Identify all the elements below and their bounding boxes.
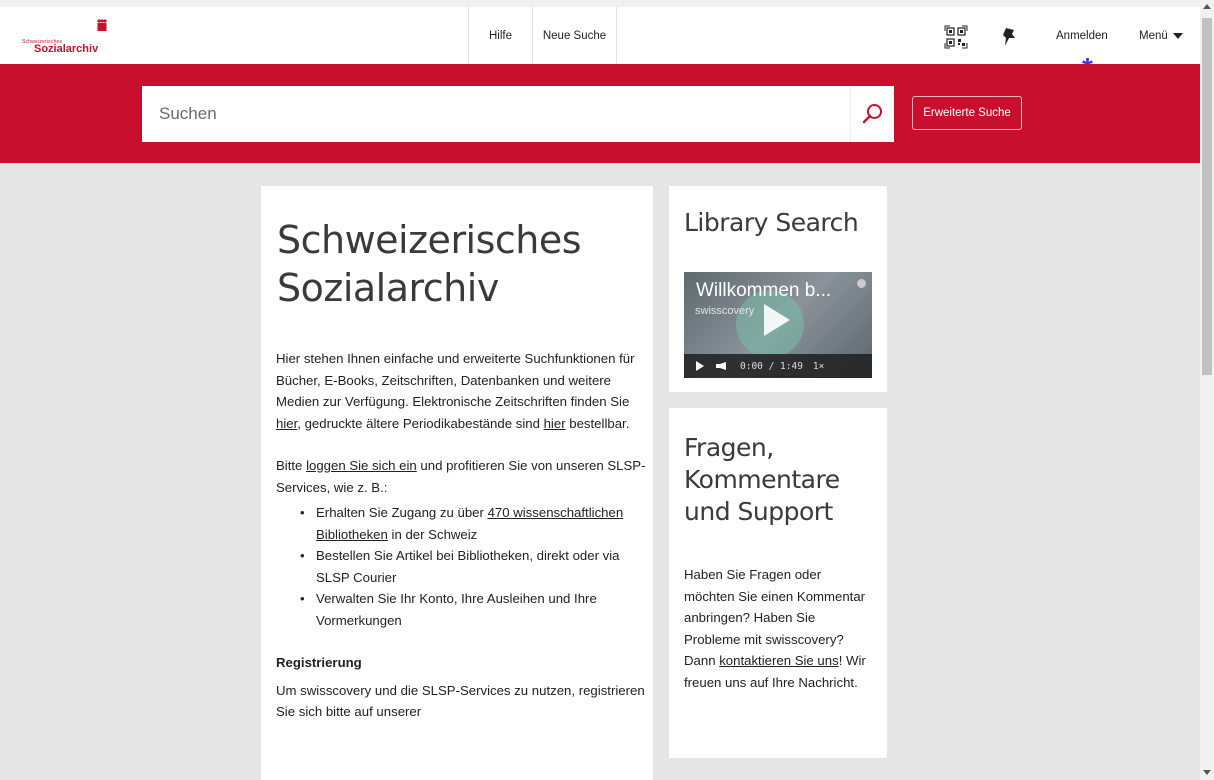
qr-code-icon[interactable] xyxy=(944,25,968,49)
login-inline-link[interactable]: loggen Sie sich ein xyxy=(306,458,417,473)
support-title: Fragen, Kommentare und Support xyxy=(684,433,840,526)
logo[interactable]: Schweizerisches Sozialarchiv xyxy=(20,19,120,59)
video-time: 0:00 / 1:49 xyxy=(740,360,803,372)
video-subtitle: swisscovery xyxy=(695,305,755,317)
support-text: Haben Sie Fragen oder möchten Sie einen … xyxy=(684,564,874,693)
nav-help-link[interactable]: Hilfe xyxy=(468,7,532,64)
search-button[interactable] xyxy=(850,86,894,142)
search-band: Erweiterte Suche xyxy=(0,64,1200,163)
search-icon xyxy=(862,104,882,124)
list-item: Verwalten Sie Ihr Konto, Ihre Ausleihen … xyxy=(300,588,646,631)
channel-icon xyxy=(857,279,866,288)
menu-label: Menü xyxy=(1139,29,1168,42)
top-bar: Schweizerisches Sozialarchiv Hilfe Neue … xyxy=(0,0,1200,64)
text: bestellbar. xyxy=(565,415,630,431)
nav-new-search-link[interactable]: Neue Suche xyxy=(532,7,617,64)
text: Bitte xyxy=(276,458,307,473)
text: Hier stehen Ihnen einfache und erweitert… xyxy=(276,351,635,409)
contact-link[interactable]: kontaktieren Sie uns xyxy=(719,653,839,668)
journals-link[interactable]: hier xyxy=(276,416,297,431)
big-play-icon[interactable] xyxy=(764,304,790,336)
intro-card: Schweizerisches Sozialarchiv Hier stehen… xyxy=(261,186,653,780)
intro-paragraph: Hier stehen Ihnen einfache und erweitert… xyxy=(276,348,646,434)
video-controls: 0:00 / 1:49 1× xyxy=(684,354,872,378)
logo-big-text: Sozialarchiv xyxy=(34,43,99,55)
playback-speed[interactable]: 1× xyxy=(813,361,824,372)
search-input[interactable] xyxy=(142,86,850,142)
text: Erhalten Sie Zugang zu über xyxy=(316,505,488,520)
list-item: Bestellen Sie Artikel bei Bibliotheken, … xyxy=(300,545,646,588)
scroll-down-icon[interactable] xyxy=(1203,770,1211,775)
video-title: Willkommen b... xyxy=(696,280,832,301)
play-icon[interactable] xyxy=(696,361,704,371)
volume-icon[interactable] xyxy=(716,362,726,370)
caret-down-icon xyxy=(1172,32,1183,39)
text: , gedruckte ältere Periodikabestände sin… xyxy=(297,415,544,431)
support-card: Fragen, Kommentare und Support Haben Sie… xyxy=(669,408,887,758)
library-search-card: Library Search Willkommen b... swisscove… xyxy=(669,186,887,392)
page-scrollbar[interactable] xyxy=(1200,0,1214,780)
scroll-up-icon[interactable] xyxy=(1203,4,1211,9)
text: in der Schweiz xyxy=(387,526,478,542)
intro-text: Hier stehen Ihnen einfache und erweitert… xyxy=(276,348,646,723)
list-item: Erhalten Sie Zugang zu über 470 wissensc… xyxy=(300,502,646,545)
benefits-list: Erhalten Sie Zugang zu über 470 wissensc… xyxy=(300,502,646,631)
menu-button[interactable]: Menü xyxy=(1139,7,1183,64)
login-paragraph: Bitte loggen Sie sich ein und profitiere… xyxy=(276,455,646,498)
registration-heading: Registrierung xyxy=(276,655,362,670)
periodicals-link[interactable]: hier xyxy=(544,416,566,431)
registration-text: Um swisscovery und die SLSP-Services zu … xyxy=(276,682,645,720)
pin-icon[interactable] xyxy=(997,25,1021,49)
page-title: Schweizerisches Sozialarchiv xyxy=(277,218,582,310)
scrollbar-thumb[interactable] xyxy=(1202,18,1212,375)
video-player[interactable]: Willkommen b... swisscovery 0:00 / 1:49 … xyxy=(684,272,872,378)
advanced-search-button[interactable]: Erweiterte Suche xyxy=(912,96,1022,130)
logo-figures-icon xyxy=(97,19,107,31)
library-search-title: Library Search xyxy=(684,208,859,237)
